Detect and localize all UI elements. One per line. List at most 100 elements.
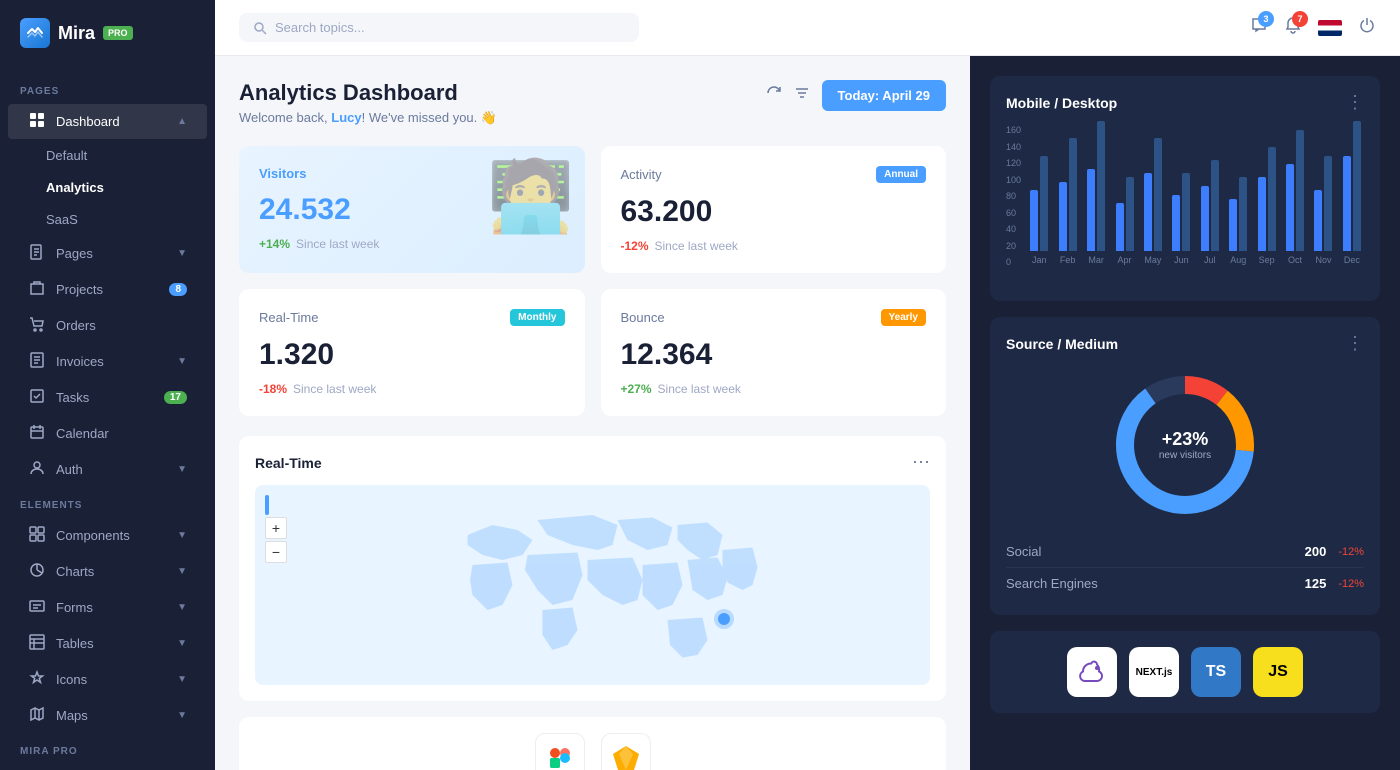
sidebar-item-orders[interactable]: Orders [8, 308, 207, 343]
date-button[interactable]: Today: April 29 [822, 80, 946, 111]
activity-change: -12% Since last week [621, 239, 927, 253]
sidebar-item-calendar[interactable]: Calendar [8, 416, 207, 451]
sidebar-item-maps[interactable]: Maps ▼ [8, 698, 207, 733]
maps-icon [28, 706, 46, 725]
search-bar[interactable]: Search topics... [239, 13, 639, 42]
bar-light-oct [1296, 130, 1304, 251]
default-label: Default [46, 148, 87, 163]
realtime-change: -18% Since last week [259, 382, 565, 396]
bars: JanFebMarAprMayJunJulAugSepOctNovDec [1027, 125, 1364, 265]
source-rows: Social 200 -12% Search Engines 125 -12% [1006, 536, 1364, 599]
map-zoom-out[interactable]: − [265, 541, 287, 563]
js-text: JS [1268, 663, 1288, 681]
language-flag[interactable] [1318, 20, 1342, 36]
mobile-desktop-more[interactable]: ⋮ [1346, 92, 1364, 113]
refresh-button[interactable] [766, 85, 782, 106]
bars-container: JanFebMarAprMayJunJulAugSepOctNovDec [1027, 125, 1364, 285]
social-label: Social [1006, 544, 1041, 559]
sidebar-item-saas[interactable]: SaaS [8, 204, 207, 235]
sidebar-item-auth[interactable]: Auth ▼ [8, 452, 207, 487]
saas-label: SaaS [46, 212, 78, 227]
ts-text: TS [1206, 663, 1226, 681]
right-side: Search topics... 3 7 [215, 0, 1400, 770]
calendar-icon [28, 424, 46, 443]
activity-card: Activity Annual 63.200 -12% Since last w… [601, 146, 947, 273]
donut-wrap: +23% new visitors [1006, 370, 1364, 520]
elements-section-label: ELEMENTS [0, 488, 215, 517]
sidebar-item-tables[interactable]: Tables ▼ [8, 626, 207, 661]
maps-label: Maps [56, 708, 88, 723]
pages-label: Pages [56, 246, 93, 261]
map-zoom-in[interactable]: + [265, 517, 287, 539]
auth-icon [28, 460, 46, 479]
forms-icon [28, 598, 46, 617]
bounce-card: Bounce Yearly 12.364 +27% Since last wee… [601, 289, 947, 416]
bar-dark-aug [1229, 199, 1237, 251]
bar-label-sep: Sep [1259, 255, 1275, 265]
header-actions-right: Today: April 29 [766, 80, 946, 111]
sidebar-item-default[interactable]: Default [8, 140, 207, 171]
tasks-label: Tasks [56, 390, 89, 405]
auth-label: Auth [56, 462, 83, 477]
bounce-title: Bounce [621, 310, 665, 325]
bounce-value: 12.364 [621, 338, 927, 372]
bar-group-apr: Apr [1112, 121, 1136, 265]
analytics-label: Analytics [46, 180, 104, 195]
maps-arrow: ▼ [177, 710, 187, 721]
components-icon [28, 526, 46, 545]
dark-zone: Mobile / Desktop ⋮ 160 140 120 100 [970, 56, 1400, 770]
pages-arrow: ▼ [177, 248, 187, 259]
bar-light-jul [1211, 160, 1219, 251]
sidebar-item-analytics[interactable]: Analytics [8, 172, 207, 203]
sidebar-item-forms[interactable]: Forms ▼ [8, 590, 207, 625]
sidebar: Mira PRO PAGES Dashboard ▲ Default Analy… [0, 0, 215, 770]
bar-dark-jan [1030, 190, 1038, 251]
bar-light-sep [1268, 147, 1276, 251]
source-row-search: Search Engines 125 -12% [1006, 568, 1364, 599]
visitors-change-label: Since last week [296, 237, 379, 251]
bar-group-nov: Nov [1311, 121, 1335, 265]
sidebar-item-tasks[interactable]: Tasks 17 [8, 380, 207, 415]
bar-light-aug [1239, 177, 1247, 251]
tech-logos-dark: NEXT.js TS JS [990, 631, 1380, 713]
sidebar-item-invoices[interactable]: Invoices ▼ [8, 344, 207, 379]
tables-arrow: ▼ [177, 638, 187, 649]
realtime-badge: Monthly [510, 309, 564, 326]
logo-area: Mira PRO [0, 0, 215, 66]
forms-arrow: ▼ [177, 602, 187, 613]
mobile-desktop-card: Mobile / Desktop ⋮ 160 140 120 100 [990, 76, 1380, 301]
bar-label-may: May [1144, 255, 1161, 265]
charts-icon [28, 562, 46, 581]
pages-section-label: PAGES [0, 74, 215, 103]
sidebar-item-icons[interactable]: Icons ▼ [8, 662, 207, 697]
sidebar-item-charts[interactable]: Charts ▼ [8, 554, 207, 589]
notifications-button[interactable]: 3 [1250, 16, 1268, 39]
source-medium-more[interactable]: ⋮ [1346, 333, 1364, 354]
realtime-map-more[interactable]: ⋯ [912, 452, 930, 473]
app-layout: Mira PRO PAGES Dashboard ▲ Default Analy… [0, 0, 1400, 770]
bar-group-sep: Sep [1254, 121, 1278, 265]
bar-light-feb [1069, 138, 1077, 251]
sidebar-item-pages[interactable]: Pages ▼ [8, 236, 207, 271]
activity-badge: Annual [876, 166, 926, 183]
bar-label-jul: Jul [1204, 255, 1216, 265]
chat-badge: 3 [1258, 11, 1274, 27]
icons-icon [28, 670, 46, 689]
filter-button[interactable] [794, 85, 810, 106]
redux-logo [1067, 647, 1117, 697]
social-change: -12% [1338, 546, 1364, 558]
nextjs-text: NEXT.js [1136, 667, 1173, 678]
power-button[interactable] [1358, 16, 1376, 39]
pages-icon [28, 244, 46, 263]
bar-group-jul: Jul [1198, 121, 1222, 265]
main-content: Analytics Dashboard Welcome back, Lucy! … [215, 56, 1400, 770]
bar-group-oct: Oct [1283, 121, 1307, 265]
orders-icon [28, 316, 46, 335]
mira-pro-label: MIRA PRO [0, 734, 215, 763]
sidebar-item-projects[interactable]: Projects 8 [8, 272, 207, 307]
bounce-change: +27% Since last week [621, 382, 927, 396]
sidebar-item-dashboard[interactable]: Dashboard ▲ [8, 104, 207, 139]
alerts-button[interactable]: 7 [1284, 16, 1302, 39]
sidebar-item-components[interactable]: Components ▼ [8, 518, 207, 553]
activity-change-label: Since last week [655, 239, 738, 253]
